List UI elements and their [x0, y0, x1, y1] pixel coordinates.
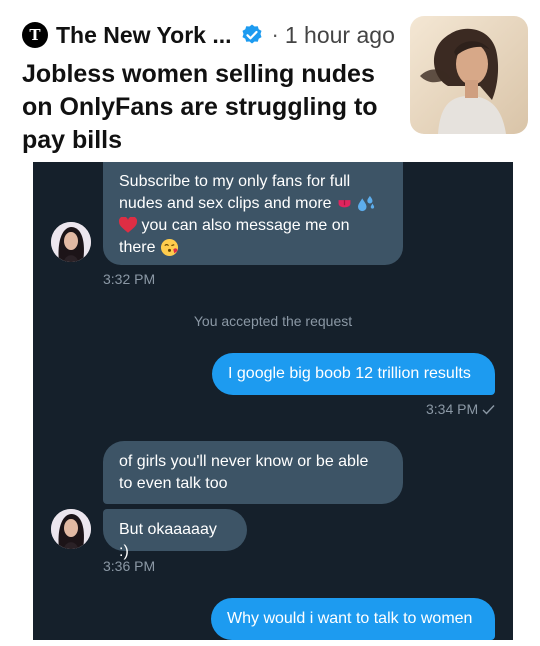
message-line: nudes and sex clips and more [119, 195, 332, 212]
sender-avatar[interactable] [51, 509, 91, 549]
message-timestamp: 3:32 PM [103, 271, 156, 287]
message-line: of girls you'll never know or be able [119, 453, 369, 470]
message-line: there [119, 239, 156, 256]
tongue-emoji-icon [338, 200, 351, 208]
timestamp-text: 3:34 PM [426, 401, 479, 417]
headline[interactable]: Jobless women selling nudes on OnlyFans … [22, 58, 392, 157]
message-line-with-emoji: you can also message me on [119, 215, 387, 237]
sweat-droplets-emoji-icon [358, 196, 375, 212]
kiss-face-emoji-icon [160, 239, 178, 257]
publisher-row: T The New York ... · 1 hour ago [22, 18, 395, 52]
message-line-with-emoji: nudes and sex clips and more [119, 193, 387, 215]
woman-portrait-image [410, 16, 528, 134]
publisher-name[interactable]: The New York ... [56, 22, 232, 49]
separator-dot: · [271, 22, 279, 47]
message-line-with-emoji: there [119, 237, 387, 259]
outgoing-message[interactable]: I google big boob 12 trillion results [212, 353, 495, 395]
incoming-message[interactable]: But okaaaaay :) [103, 509, 247, 560]
message-timestamp: 3:34 PM [426, 401, 495, 417]
message-line: Subscribe to my only fans for full [119, 173, 351, 190]
message-timestamp: 3:36 PM [103, 558, 156, 574]
red-heart-emoji-icon [119, 217, 137, 233]
nyt-logo-icon: T [22, 22, 48, 48]
outgoing-message[interactable]: Why would i want to talk to women [211, 598, 495, 640]
article-thumbnail[interactable] [410, 16, 528, 134]
checkmark-icon [482, 405, 495, 415]
news-card[interactable]: T The New York ... · 1 hour ago Jobless … [0, 0, 540, 160]
request-accepted-notice: You accepted the request [193, 313, 353, 329]
message-line: you can also message me on [141, 217, 350, 234]
sender-avatar[interactable] [51, 222, 91, 262]
post-time: 1 hour ago [284, 21, 395, 48]
sender-avatar-image [51, 509, 91, 549]
incoming-message[interactable]: of girls you'll never know or be able to… [103, 441, 403, 504]
verified-badge-icon [242, 24, 262, 44]
message-line: to even talk too [119, 475, 228, 492]
incoming-message[interactable]: Subscribe to my only fans for full nudes… [103, 162, 403, 265]
chat-screenshot: Subscribe to my only fans for full nudes… [33, 162, 513, 640]
sender-avatar-image [51, 222, 91, 262]
